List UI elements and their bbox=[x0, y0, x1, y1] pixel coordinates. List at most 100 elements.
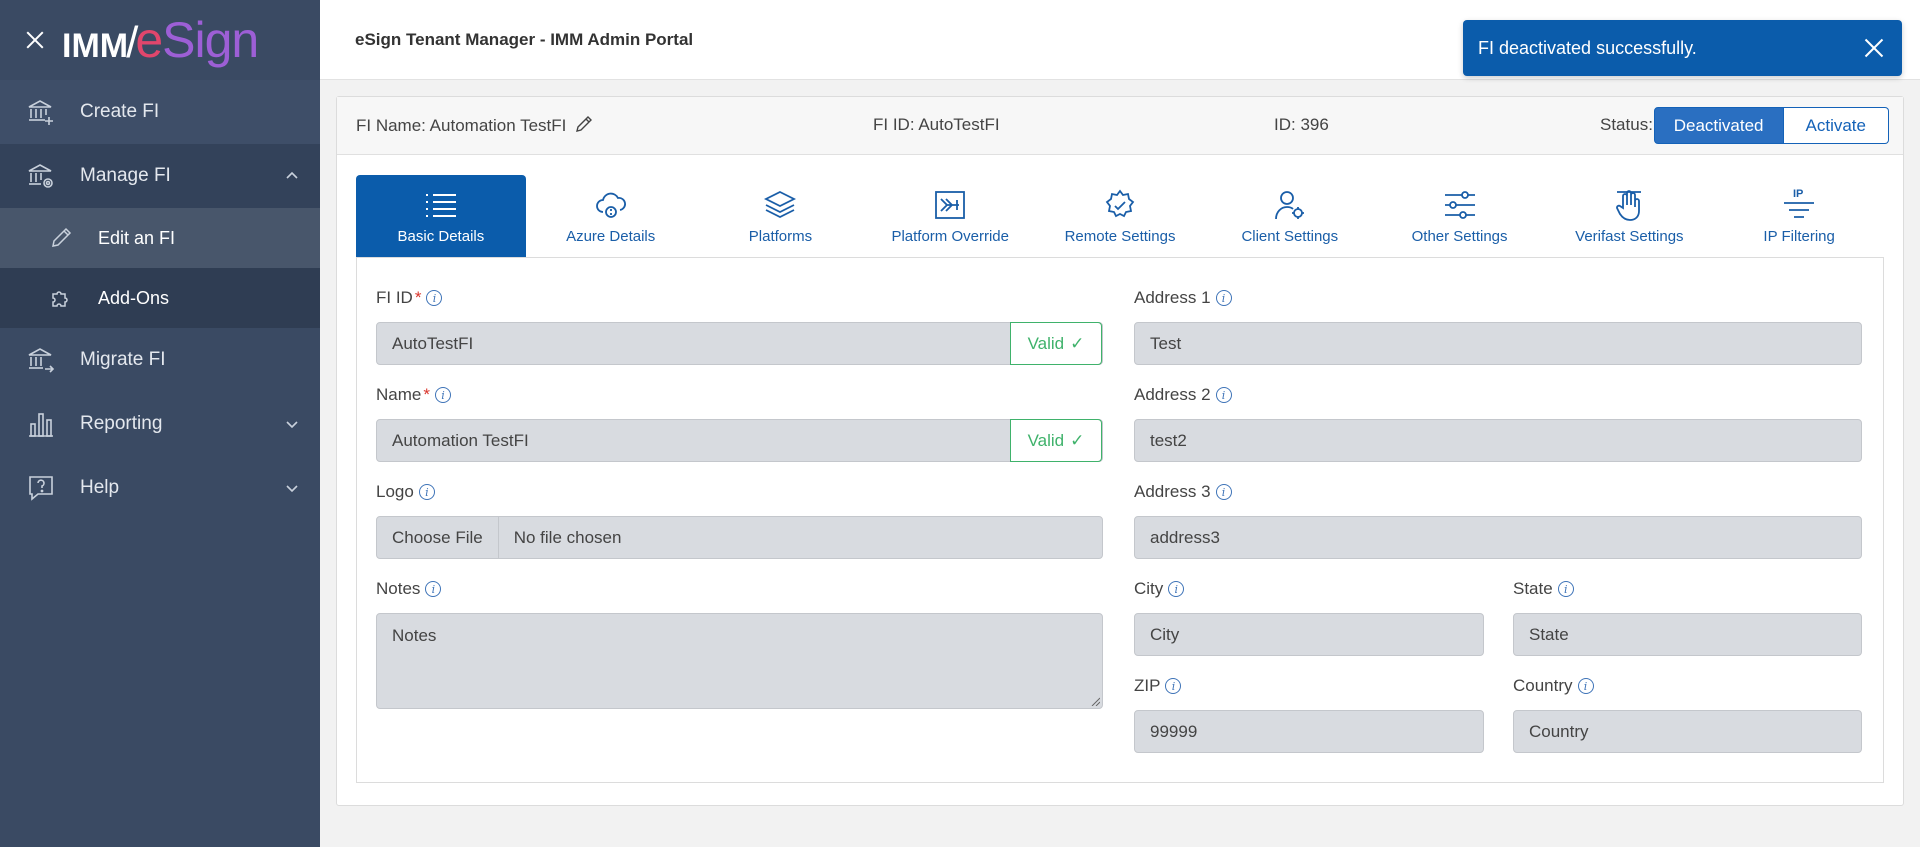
info-icon[interactable]: i bbox=[434, 387, 451, 403]
info-icon[interactable]: i bbox=[1215, 290, 1232, 306]
puzzle-icon bbox=[48, 285, 74, 311]
info-icon[interactable]: i bbox=[1557, 581, 1574, 597]
check-icon: ✓ bbox=[1070, 333, 1085, 353]
info-icon[interactable]: i bbox=[418, 484, 435, 500]
success-toast: FI deactivated successfully. bbox=[1463, 20, 1902, 76]
nav-create-fi[interactable]: Create FI bbox=[0, 80, 320, 144]
help-bubble-icon bbox=[26, 473, 56, 503]
fi-id-label: FI ID * i bbox=[376, 288, 443, 308]
zip-field[interactable]: 99999 bbox=[1134, 710, 1484, 753]
notes-label: Notes i bbox=[376, 579, 442, 599]
gear-icon bbox=[1103, 188, 1137, 222]
brand-bar: IMM / eSign bbox=[0, 0, 320, 80]
tab-remote-settings-label: Remote Settings bbox=[1064, 228, 1176, 245]
toast-close-icon[interactable] bbox=[1862, 36, 1886, 60]
user-gear-icon bbox=[1273, 188, 1307, 222]
tab-other-settings[interactable]: Other Settings bbox=[1375, 175, 1545, 257]
tab-azure-details[interactable]: Azure Details bbox=[526, 175, 696, 257]
bank-plus-icon bbox=[26, 97, 56, 127]
fi-id-field[interactable]: AutoTestFI Valid ✓ bbox=[376, 322, 1103, 365]
tab-platform-override[interactable]: Platform Override bbox=[865, 175, 1035, 257]
nav-add-ons[interactable]: Add-Ons bbox=[0, 268, 320, 328]
info-icon[interactable]: i bbox=[1165, 678, 1182, 694]
nav-manage-fi[interactable]: Manage FI bbox=[0, 144, 320, 208]
nav-edit-an-fi[interactable]: Edit an FI bbox=[0, 208, 320, 268]
cloud-icon bbox=[594, 188, 628, 222]
edit-name-icon[interactable] bbox=[575, 115, 593, 133]
tab-ip-filtering-label: IP Filtering bbox=[1763, 228, 1835, 245]
info-icon[interactable]: i bbox=[1577, 678, 1594, 694]
toast-message: FI deactivated successfully. bbox=[1478, 37, 1697, 58]
tab-client-settings[interactable]: Client Settings bbox=[1205, 175, 1375, 257]
imm-esign-logo: IMM / eSign bbox=[62, 12, 259, 68]
notes-textarea[interactable]: Notes bbox=[376, 613, 1103, 709]
address3-label: Address 3i bbox=[1134, 482, 1232, 502]
tab-other-settings-label: Other Settings bbox=[1411, 228, 1508, 245]
resize-handle-icon[interactable] bbox=[1090, 696, 1100, 706]
address1-label: Address 1i bbox=[1134, 288, 1232, 308]
logo-imm-text: IMM bbox=[62, 27, 129, 65]
tab-basic-details[interactable]: Basic Details bbox=[356, 175, 526, 257]
address1-field[interactable]: Test bbox=[1134, 322, 1862, 365]
settings-tabs: Basic Details Azure Details Platforms Pl… bbox=[356, 175, 1884, 257]
tab-verifast-settings-label: Verifast Settings bbox=[1575, 228, 1684, 245]
fi-name-text: FI Name: Automation TestFI bbox=[356, 115, 593, 136]
fi-id-text: FI ID: AutoTestFI bbox=[873, 115, 1000, 134]
nav-migrate-fi[interactable]: Migrate FI bbox=[0, 328, 320, 392]
bank-gear-icon bbox=[26, 161, 56, 191]
tab-platforms[interactable]: Platforms bbox=[696, 175, 866, 257]
close-sidebar-icon[interactable] bbox=[22, 27, 48, 53]
sidebar: IMM / eSign Create FI Manage FI Edit an … bbox=[0, 0, 320, 847]
nav-help[interactable]: Help bbox=[0, 456, 320, 520]
logo-file-input[interactable]: Choose File No file chosen bbox=[376, 516, 1103, 559]
svg-text:IP: IP bbox=[1793, 188, 1803, 200]
chevron-up-icon bbox=[286, 171, 298, 179]
zip-label: ZIP i bbox=[1134, 676, 1182, 696]
nav-reporting-label: Reporting bbox=[80, 413, 163, 434]
address2-field[interactable]: test2 bbox=[1134, 419, 1862, 462]
activate-button[interactable]: Activate bbox=[1783, 107, 1889, 144]
logo-esign-text: eSign bbox=[135, 12, 259, 68]
info-icon[interactable]: i bbox=[1168, 581, 1185, 597]
required-marker: * bbox=[423, 385, 430, 404]
address2-label: Address 2i bbox=[1134, 385, 1232, 405]
numeric-id-text: ID: 396 bbox=[1274, 115, 1329, 134]
deactivated-button[interactable]: Deactivated bbox=[1653, 107, 1784, 144]
state-field[interactable]: State bbox=[1513, 613, 1862, 656]
bar-chart-icon bbox=[26, 409, 56, 439]
info-icon[interactable]: i bbox=[426, 290, 443, 306]
tab-remote-settings[interactable]: Remote Settings bbox=[1035, 175, 1205, 257]
bank-arrow-icon bbox=[26, 345, 56, 375]
check-icon: ✓ bbox=[1070, 430, 1085, 450]
address3-field[interactable]: address3 bbox=[1134, 516, 1862, 559]
name-field[interactable]: Automation TestFI Valid ✓ bbox=[376, 419, 1103, 462]
fi-card: FI Name: Automation TestFI FI ID: AutoTe… bbox=[336, 96, 1904, 806]
tab-platform-override-label: Platform Override bbox=[891, 228, 1009, 245]
layers-icon bbox=[763, 188, 797, 222]
override-icon bbox=[933, 188, 967, 222]
fi-summary-header: FI Name: Automation TestFI FI ID: AutoTe… bbox=[337, 97, 1903, 155]
tab-verifast-settings[interactable]: Verifast Settings bbox=[1544, 175, 1714, 257]
nav-add-ons-label: Add-Ons bbox=[98, 287, 170, 308]
sliders-icon bbox=[1443, 188, 1477, 222]
hand-icon bbox=[1612, 188, 1646, 222]
info-icon[interactable]: i bbox=[1215, 387, 1232, 403]
country-label: Country i bbox=[1513, 676, 1594, 696]
tab-client-settings-label: Client Settings bbox=[1241, 228, 1339, 245]
info-icon[interactable]: i bbox=[1215, 484, 1232, 500]
nav-reporting[interactable]: Reporting bbox=[0, 392, 320, 456]
tab-ip-filtering[interactable]: IP IP Filtering bbox=[1714, 175, 1884, 257]
info-icon[interactable]: i bbox=[425, 581, 442, 597]
valid-badge: Valid ✓ bbox=[1010, 419, 1102, 462]
nav-help-label: Help bbox=[80, 477, 120, 498]
status-toggle: Deactivated Activate bbox=[1653, 107, 1889, 144]
country-field[interactable]: Country bbox=[1513, 710, 1862, 753]
city-field[interactable]: City bbox=[1134, 613, 1484, 656]
state-label: State i bbox=[1513, 579, 1574, 599]
choose-file-button[interactable]: Choose File bbox=[377, 517, 499, 558]
ip-filter-icon: IP bbox=[1782, 188, 1816, 222]
basic-details-panel: FI ID * i AutoTestFI Valid ✓ Name * i Automat… bbox=[356, 257, 1884, 783]
required-marker: * bbox=[414, 288, 422, 307]
nav-edit-an-fi-label: Edit an FI bbox=[98, 227, 176, 248]
city-label: City i bbox=[1134, 579, 1185, 599]
